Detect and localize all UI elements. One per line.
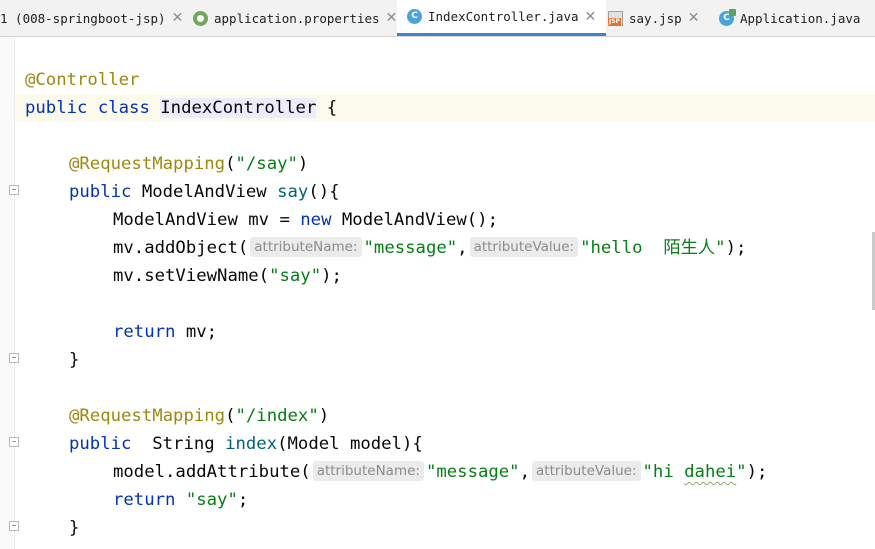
string-literal: "say" bbox=[269, 266, 322, 286]
keyword: new bbox=[300, 210, 332, 230]
code-text: , bbox=[519, 462, 530, 482]
parameter-hint: attributeName: bbox=[312, 461, 424, 481]
code-line: model.addAttribute(attributeName: "messag… bbox=[113, 458, 767, 486]
java-class-icon: C bbox=[407, 9, 422, 24]
code-text: mv.addObject( bbox=[113, 238, 249, 258]
fold-toggle-icon[interactable] bbox=[9, 521, 19, 531]
code-line: @RequestMapping("/say") bbox=[69, 150, 308, 178]
code-line: } bbox=[69, 514, 79, 542]
string-literal: "message" bbox=[363, 238, 458, 258]
code-line: public String index(Model model){ bbox=[69, 430, 423, 458]
string-literal: "message" bbox=[425, 462, 520, 482]
tab-label: 1 (008-springboot-jsp) bbox=[0, 10, 166, 26]
editor-gutter bbox=[0, 37, 14, 549]
close-icon[interactable]: ✕ bbox=[585, 9, 597, 25]
code-text: ModelAndView mv = bbox=[113, 210, 301, 230]
code-line: } bbox=[69, 346, 79, 374]
class-name: IndexController bbox=[160, 98, 317, 118]
keyword: public bbox=[69, 434, 132, 454]
tab-module[interactable]: 1 (008-springboot-jsp) ✕ bbox=[0, 0, 183, 36]
fold-toggle-icon[interactable] bbox=[9, 437, 19, 447]
spring-boot-app-icon: C bbox=[719, 8, 736, 26]
annotation: @RequestMapping bbox=[69, 154, 226, 174]
parameter-hint: attributeValue: bbox=[532, 461, 641, 481]
code-text: , bbox=[457, 238, 468, 258]
code-text: ( bbox=[225, 154, 236, 174]
code-line: public ModelAndView say(){ bbox=[69, 178, 340, 206]
tab-say-jsp[interactable]: JSP say.jsp ✕ bbox=[608, 0, 699, 36]
parameter-hint: attributeValue: bbox=[469, 237, 579, 257]
code-text: ModelAndView bbox=[131, 182, 278, 202]
code-line: return "say"; bbox=[113, 486, 248, 514]
close-icon[interactable]: ✕ bbox=[386, 10, 398, 26]
code-line: ModelAndView mv = new ModelAndView(); bbox=[113, 206, 498, 234]
annotation: @Controller bbox=[25, 70, 140, 90]
code-line: public class IndexController { bbox=[25, 94, 337, 122]
tab-label: say.jsp bbox=[629, 10, 682, 26]
keyword: class bbox=[97, 98, 150, 118]
string-literal: "/index" bbox=[235, 406, 319, 426]
code-text: { bbox=[316, 98, 338, 118]
code-text: ); bbox=[321, 266, 342, 286]
code-text: ( bbox=[225, 406, 236, 426]
keyword: return bbox=[113, 490, 176, 510]
typo-underlined-word: dahei bbox=[684, 462, 737, 482]
keyword: public bbox=[25, 98, 88, 118]
code-line: @Controller bbox=[25, 66, 139, 94]
code-text: mv; bbox=[175, 322, 218, 342]
fold-toggle-icon[interactable] bbox=[9, 353, 19, 363]
string-literal: " bbox=[736, 462, 747, 482]
fold-toggle-icon[interactable] bbox=[9, 185, 19, 195]
parameter-hint: attributeName: bbox=[250, 237, 362, 257]
code-text: (Model model){ bbox=[277, 434, 423, 454]
code-text: String bbox=[131, 434, 226, 454]
code-text: mv.setViewName( bbox=[113, 266, 270, 286]
close-icon[interactable]: ✕ bbox=[172, 10, 184, 26]
code-line: return mv; bbox=[113, 318, 217, 346]
close-icon[interactable]: ✕ bbox=[688, 10, 700, 26]
code-text: ); bbox=[746, 462, 768, 482]
code-text: ); bbox=[725, 238, 747, 258]
code-text: } bbox=[69, 350, 80, 370]
method-name: index bbox=[225, 434, 278, 454]
string-literal: "hello 陌生人" bbox=[580, 238, 726, 258]
code-text: (){ bbox=[308, 182, 340, 202]
string-literal: "hi bbox=[642, 462, 685, 482]
keyword: return bbox=[113, 322, 176, 342]
tab-label: IndexController.java bbox=[428, 9, 579, 24]
tab-application-properties[interactable]: application.properties ✕ bbox=[193, 0, 397, 36]
editor-tab-bar: 1 (008-springboot-jsp) ✕ application.pro… bbox=[0, 0, 875, 37]
code-line: @RequestMapping("/index") bbox=[69, 402, 329, 430]
keyword: public bbox=[69, 182, 132, 202]
code-text: ModelAndView(); bbox=[331, 210, 498, 230]
tab-index-controller[interactable]: C IndexController.java ✕ bbox=[397, 0, 607, 36]
code-text: ) bbox=[297, 154, 309, 174]
tab-label: application.properties bbox=[214, 10, 380, 26]
tab-application-java[interactable]: C Application.java bbox=[719, 0, 860, 36]
string-literal: "say" bbox=[185, 490, 238, 510]
code-text: ) bbox=[318, 406, 330, 426]
string-literal: "/say" bbox=[235, 154, 298, 174]
code-line: mv.setViewName("say"); bbox=[113, 262, 342, 290]
annotation: @RequestMapping bbox=[69, 406, 226, 426]
code-text: model.addAttribute( bbox=[113, 462, 311, 482]
code-line: mv.addObject(attributeName: "message", att… bbox=[113, 234, 746, 262]
code-text: ; bbox=[237, 490, 249, 510]
jsp-file-icon: JSP bbox=[608, 10, 623, 26]
tab-label: Application.java bbox=[740, 10, 861, 26]
method-name: say bbox=[277, 182, 309, 202]
spring-properties-icon bbox=[193, 10, 208, 26]
code-text: } bbox=[69, 518, 80, 538]
